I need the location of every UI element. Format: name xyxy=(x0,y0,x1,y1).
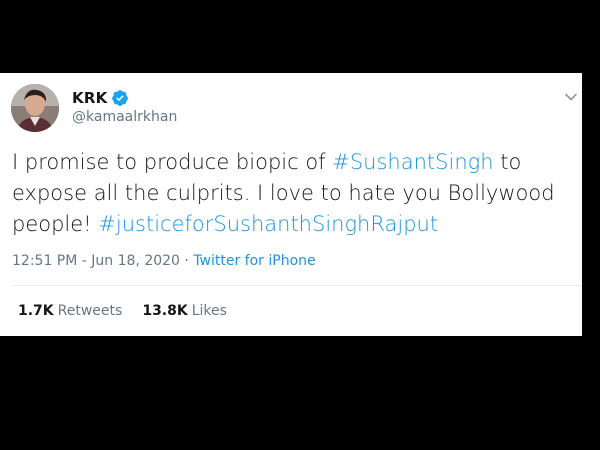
tweet-source-link[interactable]: Twitter for iPhone xyxy=(193,253,315,269)
display-name[interactable]: KRK xyxy=(72,89,107,107)
meta-separator: · xyxy=(179,253,194,269)
retweets-stat[interactable]: 1.7K Retweets xyxy=(18,303,122,319)
avatar-image xyxy=(11,84,59,132)
tweet-time[interactable]: 12:51 PM xyxy=(12,253,77,269)
name-row: KRK xyxy=(72,88,129,108)
hashtag-justiceforsushanthsinghrajput[interactable]: #justiceforSushanthSinghRajput xyxy=(98,212,438,236)
tweet-text: I promise to produce biopic of #SushantS… xyxy=(12,147,572,240)
hashtag-sushantsingh[interactable]: #SushantSingh xyxy=(332,150,493,174)
tweet-date[interactable]: Jun 18, 2020 xyxy=(91,253,180,269)
avatar[interactable] xyxy=(11,84,59,132)
likes-stat[interactable]: 13.8K Likes xyxy=(142,303,227,319)
divider xyxy=(12,285,582,286)
tweet-metadata: 12:51 PM - Jun 18, 2020 · Twitter for iP… xyxy=(12,253,316,269)
likes-count: 13.8K xyxy=(142,303,188,319)
chevron-down-icon[interactable] xyxy=(564,90,578,104)
verified-badge-icon xyxy=(112,90,129,106)
likes-label: Likes xyxy=(191,303,227,319)
retweets-label: Retweets xyxy=(57,303,123,319)
tweet-stats: 1.7K Retweets 13.8K Likes xyxy=(18,303,247,319)
user-handle[interactable]: @kamaalrkhan xyxy=(72,109,177,125)
meta-separator: - xyxy=(77,253,92,269)
retweets-count: 1.7K xyxy=(18,303,54,319)
tweet-card: KRK @kamaalrkhan I promise to produce bi… xyxy=(0,73,582,336)
tweet-text-part: I promise to produce biopic of xyxy=(12,150,333,174)
